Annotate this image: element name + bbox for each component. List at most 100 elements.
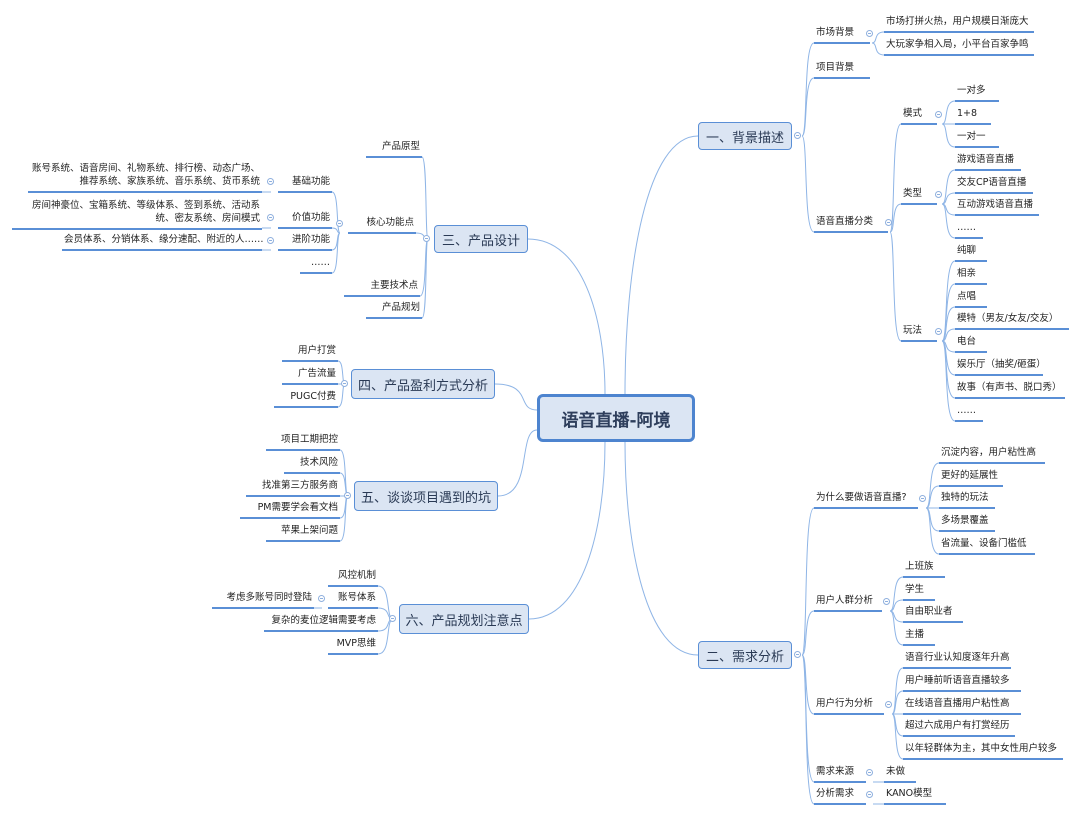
topic-market-bg[interactable]: 市场背景 <box>814 27 870 44</box>
collapse-icon[interactable] <box>344 492 351 499</box>
branch-background[interactable]: 一、背景描述 <box>698 122 792 150</box>
topic-play-item[interactable]: 纯聊 <box>955 245 987 262</box>
collapse-icon[interactable] <box>866 30 873 37</box>
topic-users-item[interactable]: 自由职业者 <box>903 606 963 623</box>
topic-type-item[interactable]: 交友CP语音直播 <box>955 177 1033 194</box>
topic-monetization-item[interactable]: 用户打赏 <box>282 345 338 362</box>
topic-market-bg-item[interactable]: 市场打拼火热，用户规模日渐庞大 <box>884 16 1034 33</box>
collapse-icon[interactable] <box>935 191 942 198</box>
topic-pitfall-item[interactable]: 苹果上架问题 <box>266 525 340 542</box>
topic-why-item[interactable]: 沉淀内容，用户粘性高 <box>939 447 1045 464</box>
topic-analysis[interactable]: 分析需求 <box>814 788 866 805</box>
branch-planning-notes[interactable]: 六、产品规划注意点 <box>399 604 529 634</box>
branch-monetization[interactable]: 四、产品盈利方式分析 <box>351 369 495 399</box>
topic-users-item[interactable]: 学生 <box>903 584 935 601</box>
topic-pitfall-item[interactable]: 找准第三方服务商 <box>246 480 340 497</box>
topic-project-bg[interactable]: 项目背景 <box>814 62 870 79</box>
collapse-icon[interactable] <box>794 132 801 139</box>
collapse-icon[interactable] <box>267 178 274 185</box>
collapse-icon[interactable] <box>919 495 926 502</box>
collapse-icon[interactable] <box>389 615 396 622</box>
branch-product-design[interactable]: 三、产品设计 <box>434 225 528 253</box>
topic-advanced-detail[interactable]: 会员体系、分销体系、缘分速配、附近的人…… <box>62 234 264 251</box>
collapse-icon[interactable] <box>267 214 274 221</box>
topic-pitfall-item[interactable]: 项目工期把控 <box>266 434 340 451</box>
topic-source-item[interactable]: 未做 <box>884 766 916 783</box>
topic-mode-item[interactable]: 1+8 <box>955 108 991 125</box>
topic-why-item[interactable]: 独特的玩法 <box>939 492 995 509</box>
topic-play-item[interactable]: 故事（有声书、脱口秀） <box>955 382 1065 399</box>
collapse-icon[interactable] <box>341 380 348 387</box>
topic-basic-detail[interactable]: 账号系统、语音房间、礼物系统、排行榜、动态广场、推荐系统、家族系统、音乐系统、货… <box>28 162 262 193</box>
collapse-icon[interactable] <box>423 235 430 242</box>
collapse-icon[interactable] <box>883 598 890 605</box>
topic-play-item[interactable]: …… <box>955 405 983 422</box>
topic-monetization-item[interactable]: PUGC付费 <box>274 391 338 408</box>
topic-core-more[interactable]: …… <box>300 257 332 274</box>
topic-play-item[interactable]: 模特（男友/女友/交友） <box>955 313 1069 330</box>
topic-core[interactable]: 核心功能点 <box>348 217 416 234</box>
collapse-icon[interactable] <box>885 701 892 708</box>
topic-classification[interactable]: 语音直播分类 <box>814 216 888 233</box>
topic-play-item[interactable]: 娱乐厅（抽奖/砸蛋） <box>955 359 1046 376</box>
collapse-icon[interactable] <box>885 219 892 226</box>
topic-plan[interactable]: 产品规划 <box>366 302 422 319</box>
topic-why-item[interactable]: 多场景覆盖 <box>939 515 995 532</box>
topic-mvp[interactable]: MVP思维 <box>328 638 378 655</box>
topic-account-detail[interactable]: 考虑多账号同时登陆 <box>212 592 314 609</box>
topic-type-item[interactable]: 互动游戏语音直播 <box>955 199 1039 216</box>
topic-value[interactable]: 价值功能 <box>278 212 332 229</box>
topic-behavior-item[interactable]: 以年轻群体为主，其中女性用户较多 <box>903 743 1063 760</box>
topic-pitfall-item[interactable]: 技术风险 <box>284 457 340 474</box>
topic-behavior-item[interactable]: 超过六成用户有打赏经历 <box>903 720 1015 737</box>
collapse-icon[interactable] <box>935 328 942 335</box>
topic-tech[interactable]: 主要技术点 <box>344 280 420 297</box>
topic-mode-item[interactable]: 一对多 <box>955 85 999 102</box>
branch-requirements[interactable]: 二、需求分析 <box>698 641 792 669</box>
collapse-icon[interactable] <box>336 220 343 227</box>
topic-play-item[interactable]: 相亲 <box>955 268 987 285</box>
branch-pitfalls[interactable]: 五、谈谈项目遇到的坑 <box>354 481 498 511</box>
connector-line <box>528 441 606 620</box>
topic-behavior-item[interactable]: 在线语音直播用户粘性高 <box>903 698 1021 715</box>
connector-line <box>801 654 815 783</box>
topic-why-item[interactable]: 更好的延展性 <box>939 470 1003 487</box>
topic-market-bg-item[interactable]: 大玩家争相入局，小平台百家争鸣 <box>884 39 1034 56</box>
collapse-icon[interactable] <box>866 769 873 776</box>
topic-type[interactable]: 类型 <box>901 188 937 205</box>
topic-value-detail[interactable]: 房间神豪位、宝箱系统、等级体系、签到系统、活动系统、密友系统、房间模式 <box>12 199 262 230</box>
collapse-icon[interactable] <box>866 791 873 798</box>
root-topic[interactable]: 语音直播-阿境 <box>537 394 695 442</box>
collapse-icon[interactable] <box>318 595 325 602</box>
topic-play[interactable]: 玩法 <box>901 325 937 342</box>
topic-analysis-item[interactable]: KANO模型 <box>884 788 946 805</box>
collapse-icon[interactable] <box>935 111 942 118</box>
topic-why[interactable]: 为什么要做语音直播? <box>814 492 918 509</box>
topic-mic[interactable]: 复杂的麦位逻辑需要考虑 <box>264 615 378 632</box>
topic-users[interactable]: 用户人群分析 <box>814 595 882 612</box>
topic-source[interactable]: 需求来源 <box>814 766 866 783</box>
topic-pitfall-item[interactable]: PM需要学会看文档 <box>240 502 340 519</box>
collapse-icon[interactable] <box>794 651 801 658</box>
topic-risk[interactable]: 风控机制 <box>328 570 378 587</box>
topic-account[interactable]: 账号体系 <box>328 592 378 609</box>
topic-users-item[interactable]: 主播 <box>903 629 935 646</box>
topic-play-item[interactable]: 电台 <box>955 336 987 353</box>
topic-monetization-item[interactable]: 广告流量 <box>282 368 338 385</box>
topic-type-item[interactable]: 游戏语音直播 <box>955 154 1021 171</box>
topic-mode-item[interactable]: 一对一 <box>955 131 999 148</box>
topic-behavior[interactable]: 用户行为分析 <box>814 698 884 715</box>
topic-advanced[interactable]: 进阶功能 <box>278 234 332 251</box>
topic-why-item[interactable]: 省流量、设备门槛低 <box>939 538 1035 555</box>
topic-behavior-item[interactable]: 语音行业认知度逐年升高 <box>903 652 1011 669</box>
connector-line <box>527 238 606 395</box>
topic-behavior-item[interactable]: 用户睡前听语音直播较多 <box>903 675 1021 692</box>
topic-prototype[interactable]: 产品原型 <box>366 141 422 158</box>
topic-type-item[interactable]: …… <box>955 222 983 239</box>
collapse-icon[interactable] <box>267 237 274 244</box>
topic-play-item[interactable]: 点唱 <box>955 291 987 308</box>
connector-line <box>925 462 940 509</box>
topic-mode[interactable]: 模式 <box>901 108 937 125</box>
topic-users-item[interactable]: 上班族 <box>903 561 945 578</box>
topic-basic[interactable]: 基础功能 <box>278 176 332 193</box>
